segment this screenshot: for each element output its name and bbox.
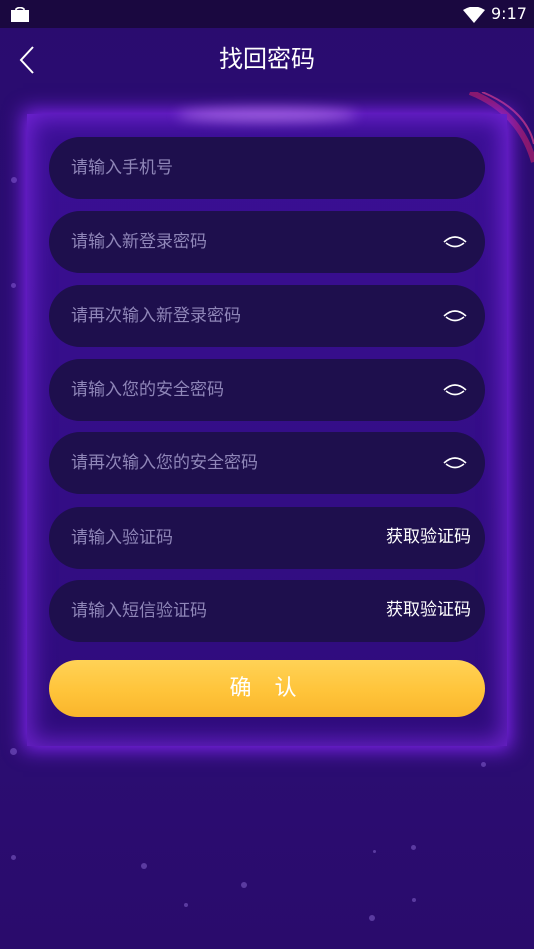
new-password-placeholder: 请输入新登录密码	[71, 232, 207, 252]
sms-code-input[interactable]: 请输入短信验证码 获取验证码	[49, 580, 485, 642]
decorative-dot	[11, 855, 16, 860]
status-bar: 9:17	[0, 0, 534, 28]
decorative-dot	[412, 898, 416, 902]
confirm-button-label: 确 认	[229, 676, 305, 701]
confirm-new-password-placeholder: 请再次输入新登录密码	[71, 306, 241, 326]
confirm-security-password-input[interactable]: 请再次输入您的安全密码	[49, 432, 485, 494]
confirm-security-password-placeholder: 请再次输入您的安全密码	[71, 453, 258, 473]
decorative-dot	[481, 762, 486, 767]
page-title: 找回密码	[219, 45, 315, 73]
confirm-new-password-input[interactable]: 请再次输入新登录密码	[49, 285, 485, 347]
decorative-dot	[11, 177, 17, 183]
security-password-placeholder: 请输入您的安全密码	[71, 380, 224, 400]
new-password-input[interactable]: 请输入新登录密码	[49, 211, 485, 273]
eye-icon[interactable]	[443, 305, 467, 327]
sms-code-placeholder: 请输入短信验证码	[71, 601, 207, 621]
decorative-dot	[241, 882, 247, 888]
eye-icon[interactable]	[443, 231, 467, 253]
verification-code-input[interactable]: 请输入验证码 获取验证码	[49, 507, 485, 569]
verification-code-placeholder: 请输入验证码	[71, 528, 173, 548]
eye-icon[interactable]	[443, 379, 467, 401]
decorative-dot	[141, 863, 147, 869]
reset-password-card: 请输入手机号 请输入新登录密码 请再次输入新登录密码 请输入您的安全密码 请再次…	[27, 108, 507, 746]
phone-input-placeholder: 请输入手机号	[71, 158, 173, 178]
shopping-bag-icon	[11, 7, 29, 22]
card-glow	[177, 108, 357, 122]
get-sms-code-button[interactable]: 获取验证码	[386, 580, 471, 640]
wifi-icon	[463, 7, 485, 23]
phone-input[interactable]: 请输入手机号	[49, 137, 485, 199]
security-password-input[interactable]: 请输入您的安全密码	[49, 359, 485, 421]
eye-icon[interactable]	[443, 452, 467, 474]
decorative-dot	[10, 748, 17, 755]
header: 找回密码	[0, 28, 534, 92]
confirm-button[interactable]: 确 认	[49, 660, 485, 717]
status-time: 9:17	[491, 4, 527, 23]
decorative-dot	[11, 283, 16, 288]
get-verification-code-button[interactable]: 获取验证码	[386, 507, 471, 567]
decorative-dot	[184, 903, 188, 907]
decorative-dot	[369, 915, 375, 921]
decorative-dot	[411, 845, 416, 850]
decorative-dot	[373, 850, 376, 853]
